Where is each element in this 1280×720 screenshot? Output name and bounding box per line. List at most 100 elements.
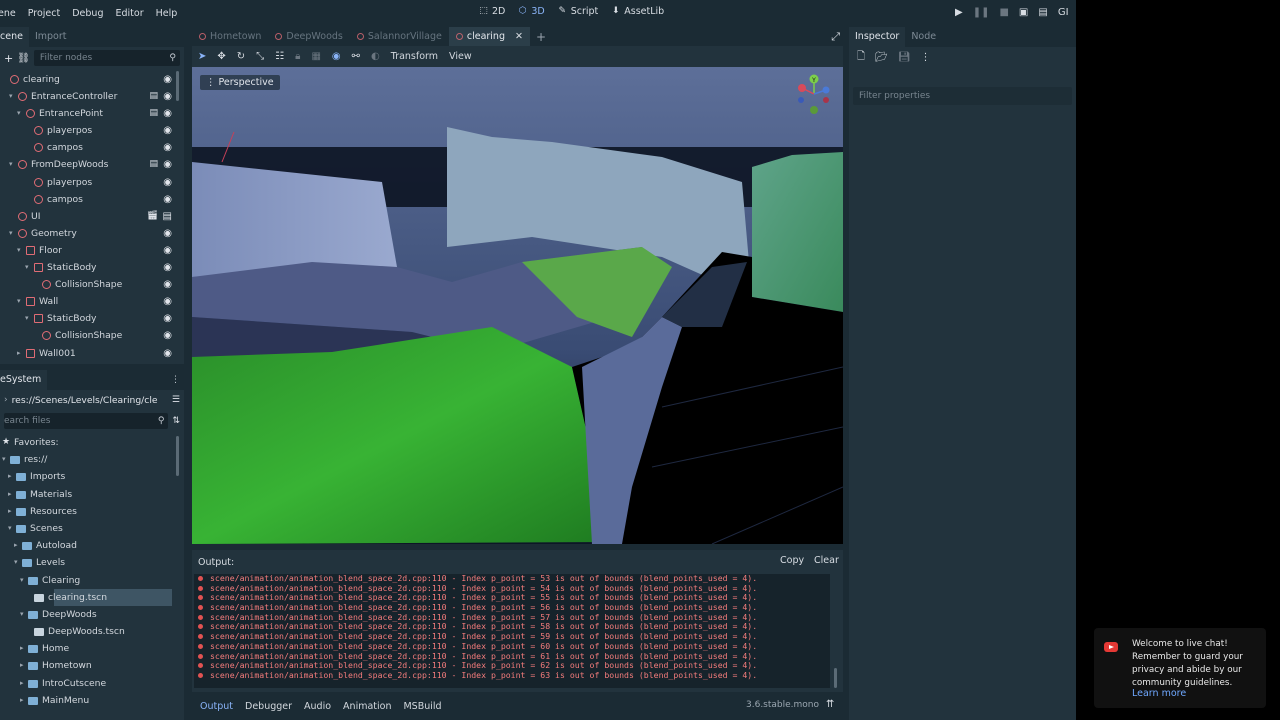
rotate-tool-icon[interactable]: ↻: [237, 51, 245, 62]
more-options-icon[interactable]: ⋮: [920, 52, 930, 63]
collapse-arrow-icon[interactable]: ▸: [20, 692, 24, 709]
collapse-arrow-icon[interactable]: ▾: [9, 156, 17, 173]
collapse-arrow-icon[interactable]: ▾: [17, 105, 25, 122]
workspace-script-button[interactable]: ✎ Script: [557, 6, 598, 17]
folder-item[interactable]: ▸ Hometown: [0, 657, 184, 674]
visibility-icon[interactable]: ◉: [163, 105, 172, 122]
tab-node[interactable]: Node: [905, 27, 942, 47]
tree-node[interactable]: ▾ EntranceController ◉ ▤: [0, 88, 184, 105]
collapse-arrow-icon[interactable]: ▾: [17, 242, 25, 259]
play-custom-scene-icon[interactable]: ▤: [1038, 7, 1047, 18]
copy-button[interactable]: Copy: [780, 555, 804, 566]
tab-import[interactable]: Import: [29, 27, 73, 47]
select-tool-icon[interactable]: ➤: [198, 51, 206, 62]
tab-filesystem[interactable]: eSystem: [0, 370, 48, 390]
learn-more-link[interactable]: Learn more: [1132, 687, 1186, 700]
collapse-arrow-icon[interactable]: ▸: [8, 503, 12, 520]
tree-node[interactable]: CollisionShape ◉: [0, 276, 184, 293]
scene-instance-icon[interactable]: 🎬︎: [147, 208, 158, 225]
collapse-arrow-icon[interactable]: ▾: [20, 606, 24, 623]
collapse-arrow-icon[interactable]: ▸: [8, 468, 12, 485]
add-tab-icon[interactable]: +: [536, 30, 546, 44]
collapse-arrow-icon[interactable]: ▾: [20, 572, 24, 589]
renderer-label[interactable]: GI: [1058, 7, 1069, 18]
tree-node[interactable]: clearing ◉: [0, 71, 184, 88]
tree-node[interactable]: campos ◉: [0, 191, 184, 208]
tree-node[interactable]: ▾ FromDeepWoods ◉ ▤: [0, 156, 184, 173]
open-resource-icon[interactable]: 📂︎: [875, 52, 888, 63]
play-icon[interactable]: ▶: [955, 7, 963, 18]
split-view-icon[interactable]: ☰: [172, 395, 180, 405]
visibility-icon[interactable]: ◉: [163, 174, 172, 191]
lock-icon[interactable]: 🔒︎: [295, 51, 300, 62]
pause-icon[interactable]: ❚❚: [973, 7, 990, 18]
visibility-icon[interactable]: ◉: [163, 122, 172, 139]
tab-scene[interactable]: cene: [0, 27, 29, 47]
view-gizmo-icon[interactable]: Y: [792, 72, 836, 116]
tab-clearing[interactable]: clearing ✕: [448, 27, 530, 46]
expand-panel-icon[interactable]: ⇈: [826, 699, 834, 710]
new-resource-icon[interactable]: 🗋︎: [857, 49, 865, 66]
visibility-icon[interactable]: ◉: [163, 225, 172, 242]
collapse-arrow-icon[interactable]: ▸: [17, 345, 25, 362]
tree-node[interactable]: UI ▤ 🎬︎: [0, 208, 184, 225]
collapse-arrow-icon[interactable]: ▸: [14, 537, 18, 554]
tree-node[interactable]: ▾ Floor ◉: [0, 242, 184, 259]
collapse-arrow-icon[interactable]: ▾: [2, 451, 6, 468]
tree-node[interactable]: ▾ StaticBody ◉: [0, 310, 184, 327]
folder-item[interactable]: ▸ Autoload: [0, 537, 184, 554]
tab-inspector[interactable]: Inspector: [849, 27, 906, 47]
move-tool-icon[interactable]: ✥: [217, 51, 225, 62]
file-item[interactable]: DeepWoods.tscn: [0, 623, 184, 640]
tree-node[interactable]: CollisionShape ◉: [0, 327, 184, 344]
script-icon[interactable]: ▤: [149, 156, 158, 173]
collapse-arrow-icon[interactable]: ▾: [9, 225, 17, 242]
camera-icon[interactable]: ◐: [371, 51, 380, 62]
visibility-icon[interactable]: ◉: [163, 156, 172, 173]
perspective-menu[interactable]: ⋮ Perspective: [200, 75, 280, 90]
save-resource-icon[interactable]: 💾︎: [898, 52, 911, 63]
folder-item[interactable]: ▾ Clearing: [0, 572, 184, 589]
output-scrollbar[interactable]: [834, 668, 837, 688]
tab-animation[interactable]: Animation: [343, 701, 391, 712]
visibility-icon[interactable]: ◉: [163, 259, 172, 276]
visibility-icon[interactable]: ◉: [163, 310, 172, 327]
visibility-icon[interactable]: ◉: [163, 139, 172, 156]
menu-debug[interactable]: Debug: [72, 8, 103, 19]
menu-scene[interactable]: ene: [0, 8, 16, 19]
workspace-2d-button[interactable]: ⬚ 2D: [478, 6, 505, 17]
output-log[interactable]: scene/animation/animation_blend_space_2d…: [194, 574, 830, 688]
nav-forward-icon[interactable]: ›: [4, 395, 8, 405]
folder-item[interactable]: ▸ Home: [0, 640, 184, 657]
current-path[interactable]: res://Scenes/Levels/Clearing/cle: [12, 395, 168, 406]
visibility-icon[interactable]: ◉: [163, 276, 172, 293]
visibility-icon[interactable]: ◉: [163, 88, 172, 105]
script-icon[interactable]: ▤: [149, 88, 158, 105]
collapse-arrow-icon[interactable]: ▸: [20, 657, 24, 674]
sort-icon[interactable]: ⇅: [172, 416, 180, 426]
visibility-icon[interactable]: ◉: [163, 242, 172, 259]
tab-msbuild[interactable]: MSBuild: [403, 701, 441, 712]
file-item[interactable]: clearing.tscn: [34, 588, 172, 606]
link-icon[interactable]: ⛓: [17, 53, 30, 64]
tab-salannorvillage[interactable]: SalannorVillage: [350, 27, 449, 46]
tab-output[interactable]: Output: [200, 701, 233, 712]
folder-item[interactable]: ▸ MainMenu: [0, 692, 184, 709]
tab-hometown[interactable]: Hometown: [192, 27, 268, 46]
workspace-3d-button[interactable]: ⬡ 3D: [517, 6, 545, 17]
collapse-arrow-icon[interactable]: ▾: [17, 293, 25, 310]
workspace-assetlib-button[interactable]: ⬇ AssetLib: [610, 6, 664, 17]
collapse-arrow-icon[interactable]: ▾: [14, 554, 18, 571]
folder-item[interactable]: ▸ IntroCutscene: [0, 675, 184, 692]
tree-node[interactable]: ▾ Wall ◉: [0, 293, 184, 310]
folder-item[interactable]: ★ Favorites:: [0, 434, 184, 451]
play-scene-icon[interactable]: ▣: [1019, 7, 1028, 18]
folder-item[interactable]: ▾ DeepWoods: [0, 606, 184, 623]
transform-menu[interactable]: Transform: [391, 51, 438, 62]
collapse-arrow-icon[interactable]: ▸: [20, 675, 24, 692]
tab-deepwoods[interactable]: DeepWoods: [268, 27, 349, 46]
tab-audio[interactable]: Audio: [304, 701, 331, 712]
3d-viewport[interactable]: ⋮ Perspective Y: [192, 67, 843, 544]
add-node-icon[interactable]: +: [4, 52, 13, 65]
scale-tool-icon[interactable]: ⤡: [256, 51, 264, 62]
